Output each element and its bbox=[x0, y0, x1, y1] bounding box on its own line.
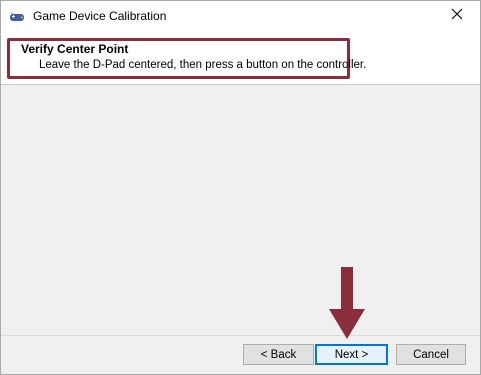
close-icon bbox=[451, 7, 463, 25]
step-title: Verify Center Point bbox=[21, 42, 129, 56]
step-instructions: Leave the D-Pad centered, then press a b… bbox=[39, 59, 367, 71]
down-arrow-icon bbox=[328, 267, 366, 339]
cancel-button[interactable]: Cancel bbox=[396, 344, 466, 365]
wizard-content bbox=[1, 85, 480, 335]
close-button[interactable] bbox=[434, 1, 480, 31]
title-bar[interactable]: Game Device Calibration bbox=[1, 1, 480, 31]
window-title: Game Device Calibration bbox=[33, 9, 167, 23]
button-divider bbox=[1, 335, 480, 336]
gamepad-icon bbox=[9, 10, 25, 22]
calibration-dialog: Game Device Calibration Verify Center Po… bbox=[0, 0, 481, 375]
back-button[interactable]: < Back bbox=[243, 344, 314, 365]
next-button[interactable]: Next > bbox=[315, 344, 388, 365]
wizard-header: Verify Center Point Leave the D-Pad cent… bbox=[1, 31, 480, 85]
